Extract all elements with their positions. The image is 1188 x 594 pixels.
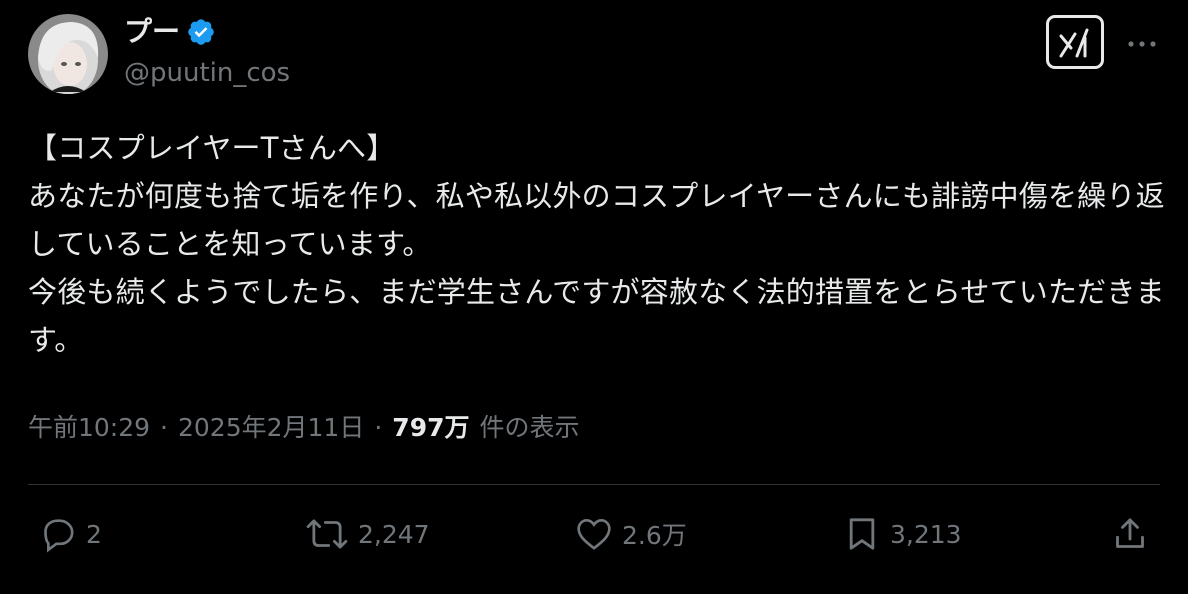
meta-separator: · [160,413,168,442]
tweet-time[interactable]: 午前10:29 [28,408,150,448]
views-label: 件の表示 [479,413,580,442]
tweet-meta: 午前10:29 · 2025年2月11日 · 797万 件の表示 [28,408,580,448]
views-count[interactable]: 797万 [392,408,469,448]
tweet-date[interactable]: 2025年2月11日 [178,408,364,448]
bookmark-count: 3,213 [890,519,962,549]
grok-icon[interactable] [1046,15,1104,69]
verified-badge-icon [186,17,216,47]
bookmark-button[interactable]: 3,213 [842,510,962,558]
reply-icon [38,514,78,554]
like-count: 2.6万 [622,521,687,550]
avatar[interactable] [28,14,108,94]
more-icon[interactable] [1124,26,1160,62]
action-bar: 2 2,247 2.6万 3,213 [28,510,1160,558]
share-icon [1110,514,1150,554]
display-name[interactable]: プー [124,14,180,50]
reply-count: 2 [86,519,102,549]
divider [28,484,1160,485]
bookmark-icon [842,514,882,554]
like-button[interactable]: 2.6万 [574,510,687,558]
reply-button[interactable]: 2 [38,510,102,558]
tweet-text: 【コスプレイヤーTさんへ】 あなたが何度も捨て垢を作り、私や私以外のコスプレイヤ… [28,131,1165,357]
repost-button[interactable]: 2,247 [304,510,430,558]
repost-count: 2,247 [358,519,430,549]
handle[interactable]: @puutin_cos [124,56,290,90]
meta-separator: · [374,413,383,442]
share-button[interactable] [1110,510,1150,558]
repost-icon [304,514,350,554]
like-icon [574,514,614,554]
